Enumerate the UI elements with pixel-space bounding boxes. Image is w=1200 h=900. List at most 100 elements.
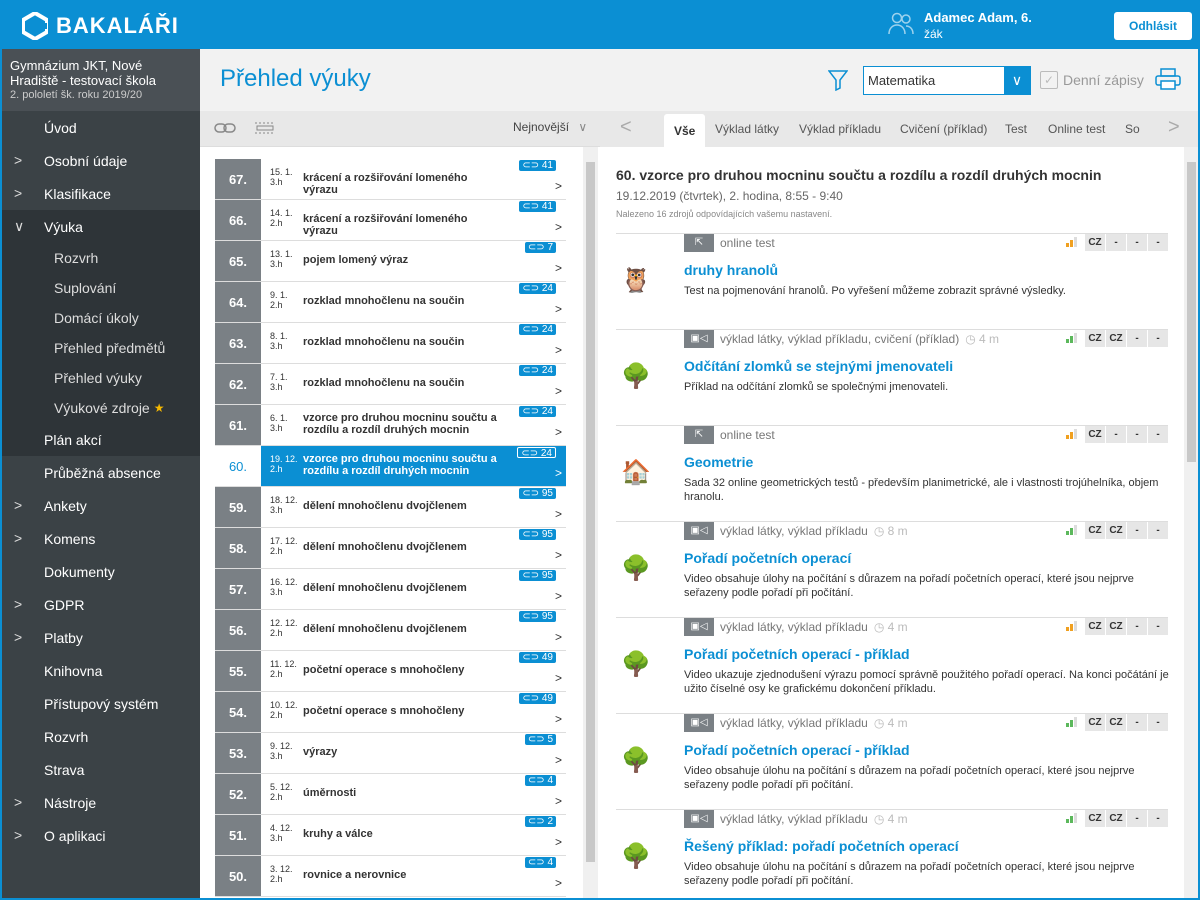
language-badge[interactable]: - [1148,330,1168,347]
resource-count-badge[interactable]: ⊂⊃ 95 [519,611,556,622]
sidebar-item-prubezna-absence[interactable]: Průběžná absence [0,456,200,489]
resource-title-link[interactable]: Geometrie [684,454,753,470]
language-badge[interactable]: CZ [1085,714,1105,731]
owl-logo-icon[interactable]: 🦉 [616,260,656,300]
sidebar-item-ankety[interactable]: > Ankety [0,489,200,522]
language-badge[interactable]: - [1127,426,1147,443]
sidebar-item-klasifikace[interactable]: > Klasifikace [0,177,200,210]
sidebar-item-strava[interactable]: Strava [0,753,200,786]
language-badge[interactable]: - [1127,330,1147,347]
tab-test[interactable]: Test [1005,122,1027,136]
sort-select[interactable]: Nejnovější ∨ [513,120,587,134]
scrollbar-thumb[interactable] [586,162,595,862]
resource-count-badge[interactable]: ⊂⊃ 24 [517,447,556,459]
language-badge[interactable]: CZ [1085,618,1105,635]
tab-vyklad-latky[interactable]: Výklad látky [715,122,779,136]
print-icon[interactable] [1155,68,1181,90]
language-badge[interactable]: CZ [1106,618,1126,635]
lesson-row[interactable]: 56. 12. 12. 2.h dělení mnohočlenu dvojčlene… [215,610,566,651]
language-badge[interactable]: - [1148,810,1168,827]
language-badge[interactable]: - [1106,234,1126,251]
collapse-icon[interactable] [254,120,276,136]
lesson-list-scrollbar[interactable] [583,147,598,900]
resource-title-link[interactable]: Pořadí početních operací [684,550,851,566]
resource-title-link[interactable]: Pořadí početních operací - příklad [684,646,910,662]
sidebar-item-osobni-udaje[interactable]: > Osobní údaje [0,144,200,177]
language-badge[interactable]: CZ [1085,426,1105,443]
resource-count-badge[interactable]: ⊂⊃ 24 [519,283,556,294]
lesson-row[interactable]: 64. 9. 1. 2.h rozklad mnohočlenu na součin ⊂… [215,282,566,323]
lesson-row[interactable]: 54. 10. 12. 2.h početní operace s mnohočlen… [215,692,566,733]
tabs-next-icon[interactable]: > [1168,116,1180,139]
sidebar-item-vyukove-zdroje[interactable]: Výukové zdroje ★ [0,393,200,423]
sidebar-item-rozvrh-2[interactable]: Rozvrh [0,720,200,753]
sidebar-item-knihovna[interactable]: Knihovna [0,654,200,687]
tree-logo-icon[interactable]: 🌳 [616,356,656,396]
language-badge[interactable]: - [1127,810,1147,827]
language-badge[interactable]: CZ [1085,330,1105,347]
resource-count-badge[interactable]: ⊂⊃ 41 [519,160,556,171]
resource-count-badge[interactable]: ⊂⊃ 49 [519,652,556,663]
language-badge[interactable]: CZ [1085,810,1105,827]
language-badge[interactable]: - [1148,618,1168,635]
resource-count-badge[interactable]: ⊂⊃ 5 [524,734,556,745]
language-badge[interactable]: CZ [1106,522,1126,539]
resource-count-badge[interactable]: ⊂⊃ 24 [519,324,556,335]
logo[interactable]: BAKALÁŘI [22,12,179,40]
sidebar-item-plan-akci[interactable]: Plán akcí [0,423,200,456]
lesson-row[interactable]: 50. 3. 12. 2.h rovnice a nerovnice ⊂⊃ 4 > [215,856,566,897]
sidebar-item-rozvrh[interactable]: Rozvrh [0,243,200,273]
resource-count-badge[interactable]: ⊂⊃ 2 [524,816,556,827]
lesson-row[interactable]: 66. 14. 1. 2.h krácení a rozšiřování lomené… [215,200,566,241]
sidebar-item-komens[interactable]: > Komens [0,522,200,555]
language-badge[interactable]: - [1106,426,1126,443]
language-badge[interactable]: - [1148,522,1168,539]
tab-vse[interactable]: Vše [664,114,706,147]
resource-title-link[interactable]: Řešený příklad: pořadí početních operací [684,838,959,854]
tree-logo-icon[interactable]: 🌳 [616,548,656,588]
detail-scrollbar[interactable] [1184,147,1199,900]
scrollbar-thumb[interactable] [1187,162,1196,462]
language-badge[interactable]: CZ [1106,810,1126,827]
sidebar-item-prehled-vyuky[interactable]: Přehled výuky [0,363,200,393]
resource-count-badge[interactable]: ⊂⊃ 4 [524,775,556,786]
sidebar-item-platby[interactable]: > Platby [0,621,200,654]
lesson-row[interactable]: 58. 17. 12. 2.h dělení mnohočlenu dvojčlene… [215,528,566,569]
lesson-row[interactable]: 65. 13. 1. 3.h pojem lomený výraz ⊂⊃ 7 > [215,241,566,282]
link-icon[interactable] [214,120,236,136]
sidebar-item-pristupovy-system[interactable]: Přístupový systém [0,687,200,720]
sidebar-item-nastroje[interactable]: > Nástroje [0,786,200,819]
lesson-row[interactable]: 52. 5. 12. 2.h úměrnosti ⊂⊃ 4 > [215,774,566,815]
tab-so[interactable]: So [1125,122,1140,136]
subject-select[interactable]: Matematika ∨ [863,66,1031,95]
resource-count-badge[interactable]: ⊂⊃ 95 [519,488,556,499]
language-badge[interactable]: - [1127,234,1147,251]
tabs-prev-icon[interactable]: < [620,116,632,139]
sidebar-item-dokumenty[interactable]: Dokumenty [0,555,200,588]
resource-count-badge[interactable]: ⊂⊃ 4 [524,857,556,868]
resource-title-link[interactable]: Odčítání zlomků se stejnými jmenovateli [684,358,953,374]
daily-records-toggle[interactable]: ✓ Denní zápisy [1040,71,1144,89]
resource-title-link[interactable]: druhy hranolů [684,262,778,278]
language-badge[interactable]: CZ [1106,330,1126,347]
user-info[interactable]: Adamec Adam, 6. žák [888,10,1032,41]
language-badge[interactable]: - [1148,714,1168,731]
lesson-row[interactable]: 62. 7. 1. 3.h rozklad mnohočlenu na součin ⊂… [215,364,566,405]
tab-vyklad-prikladu[interactable]: Výklad příkladu [799,122,881,136]
sidebar-item-domaci-ukoly[interactable]: Domácí úkoly [0,303,200,333]
language-badge[interactable]: - [1148,234,1168,251]
filter-icon[interactable] [828,69,848,91]
resource-count-badge[interactable]: ⊂⊃ 24 [519,406,556,417]
language-badge[interactable]: - [1127,714,1147,731]
language-badge[interactable]: - [1127,522,1147,539]
sidebar-item-gdpr[interactable]: > GDPR [0,588,200,621]
resource-count-badge[interactable]: ⊂⊃ 95 [519,570,556,581]
language-badge[interactable]: CZ [1085,522,1105,539]
tab-online-test[interactable]: Online test [1048,122,1105,136]
sidebar-item-suplovani[interactable]: Suplování [0,273,200,303]
sidebar-item-vyuka[interactable]: ∨ Výuka [0,210,200,243]
sidebar-item-prehled-predmetu[interactable]: Přehled předmětů [0,333,200,363]
lesson-row[interactable]: 55. 11. 12. 2.h početní operace s mnohočlen… [215,651,566,692]
logout-button[interactable]: Odhlásit [1114,12,1192,40]
resource-count-badge[interactable]: ⊂⊃ 7 [524,242,556,253]
